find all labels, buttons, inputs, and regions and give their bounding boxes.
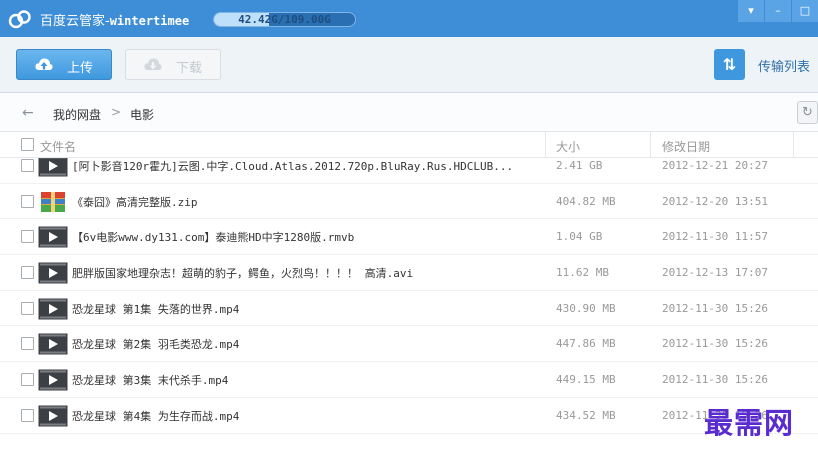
row-checkbox[interactable] [21,194,34,208]
upload-button[interactable]: 上传 [16,49,112,80]
file-row[interactable]: 【6v电影www.dy131.com】泰迪熊HD中字1280版.rmvb 1.04… [0,219,818,256]
file-name[interactable]: 恐龙星球 第1集 失落的世界.mp4 [72,301,542,317]
column-divider [650,132,651,158]
file-row[interactable]: 恐龙星球 第3集 末代杀手.mp4 449.15 MB 2012-11-30 15:… [0,362,818,398]
toolbar: 上传 下载 ⇅ 传输列表 [0,37,818,93]
file-size: 430.90 MB [556,301,616,315]
file-size: 434.52 MB [556,408,616,422]
file-date: 2012-12-13 17:07 [662,266,768,280]
file-row[interactable]: 恐龙星球 第1集 失落的世界.mp4 430.90 MB 2012-11-30 15… [0,291,818,327]
video-file-icon [38,405,68,427]
row-checkbox[interactable] [21,230,34,244]
app-title: 百度云管家-wintertimee [40,10,189,29]
breadcrumb: ← 我的网盘 > 电影 ↻ [0,93,818,132]
refresh-button[interactable]: ↻ [797,101,818,124]
file-name[interactable]: [阿卜影音120r霍九]云图.中字.Cloud.Atlas.2012.720p.… [72,158,542,174]
file-name[interactable]: 恐龙星球 第4集 为生存而战.mp4 [72,408,542,424]
minimize-button[interactable]: – [765,0,791,22]
watermark: 最需网 [704,406,795,440]
transfer-list-label: 传输列表 [758,60,811,75]
video-file-icon [38,226,68,248]
maximize-button[interactable]: □ [792,0,818,22]
quota-bar: 42.42G/109.00G [213,12,356,27]
row-checkbox[interactable] [21,337,34,351]
video-file-icon [38,298,68,320]
archive-file-icon [38,191,68,213]
file-date: 2012-12-21 20:27 [662,159,768,172]
upload-label: 上传 [67,61,94,76]
column-date[interactable]: 修改日期 [662,138,710,155]
file-name[interactable]: 恐龙星球 第2集 羽毛类恐龙.mp4 [72,336,542,352]
file-date: 2012-12-20 13:51 [662,194,768,208]
file-name[interactable]: 恐龙星球 第3集 末代杀手.mp4 [72,372,542,388]
file-size: 2.41 GB [556,159,603,172]
file-date: 2012-11-30 15:26 [662,301,768,315]
video-file-icon [38,333,68,355]
file-date: 2012-11-30 15:26 [662,373,768,387]
row-checkbox[interactable] [21,301,34,315]
video-file-icon [38,158,68,177]
column-divider [793,132,794,158]
row-checkbox[interactable] [21,373,34,387]
file-size: 1.04 GB [556,230,603,244]
file-name[interactable]: 【6v电影www.dy131.com】泰迪熊HD中字1280版.rmvb [72,229,542,245]
back-arrow-icon[interactable]: ← [22,105,34,121]
video-file-icon [38,262,68,284]
window-controls: ▾ – □ [737,0,818,24]
baidu-cloud-logo-icon [8,10,31,29]
file-list: [阿卜影音120r霍九]云图.中字.Cloud.Atlas.2012.720p.… [0,158,818,450]
file-size: 11.62 MB [556,266,609,280]
column-header: 文件名 大小 修改日期 [0,132,818,158]
row-checkbox[interactable] [21,408,34,422]
file-rows: [阿卜影音120r霍九]云图.中字.Cloud.Atlas.2012.720p.… [0,158,818,434]
breadcrumb-separator: > [111,105,122,119]
row-checkbox[interactable] [21,266,34,280]
file-size: 449.15 MB [556,373,616,387]
breadcrumb-root[interactable]: 我的网盘 [53,106,101,123]
file-name[interactable]: 肥胖版国家地理杂志！超萌的豹子，鳄鱼，火烈鸟！！！！ 高清.avi [72,265,542,281]
file-row[interactable]: 肥胖版国家地理杂志！超萌的豹子，鳄鱼，火烈鸟！！！！ 高清.avi 11.62 M… [0,255,818,291]
title-bar: 百度云管家-wintertimee 42.42G/109.00G ▾ – □ [0,0,818,37]
menu-dropdown-button[interactable]: ▾ [738,0,764,22]
file-row[interactable]: 恐龙星球 第2集 羽毛类恐龙.mp4 447.86 MB 2012-11-30 15… [0,326,818,363]
file-row[interactable]: [阿卜影音120r霍九]云图.中字.Cloud.Atlas.2012.720p.… [0,158,818,184]
quota-text: 42.42G/109.00G [238,13,331,26]
download-button[interactable]: 下载 [125,49,221,80]
transfer-icon: ⇅ [714,49,745,80]
column-name[interactable]: 文件名 [40,138,76,155]
column-divider [545,132,546,158]
file-row[interactable]: 《泰囧》高清完整版.zip 404.82 MB 2012-12-20 13:51 [0,184,818,220]
file-row[interactable]: 恐龙星球 第4集 为生存而战.mp4 434.52 MB 2012-11-30 15… [0,398,818,434]
file-size: 404.82 MB [556,194,616,208]
download-label: 下载 [176,61,203,76]
cloud-upload-icon [35,58,53,70]
select-all-checkbox[interactable] [21,138,34,151]
row-checkbox[interactable] [21,159,34,172]
breadcrumb-current: 电影 [130,108,155,122]
file-date: 2012-11-30 15:26 [662,337,768,351]
cloud-download-icon [144,58,162,70]
account-name: wintertimee [109,14,190,28]
app-name: 百度云管家- [40,14,110,29]
transfer-list-button[interactable]: ⇅ 传输列表 [714,49,818,80]
file-date: 2012-11-30 11:57 [662,230,768,244]
file-name[interactable]: 《泰囧》高清完整版.zip [72,194,542,210]
column-size[interactable]: 大小 [556,138,580,155]
video-file-icon [38,369,68,391]
file-size: 447.86 MB [556,337,616,351]
